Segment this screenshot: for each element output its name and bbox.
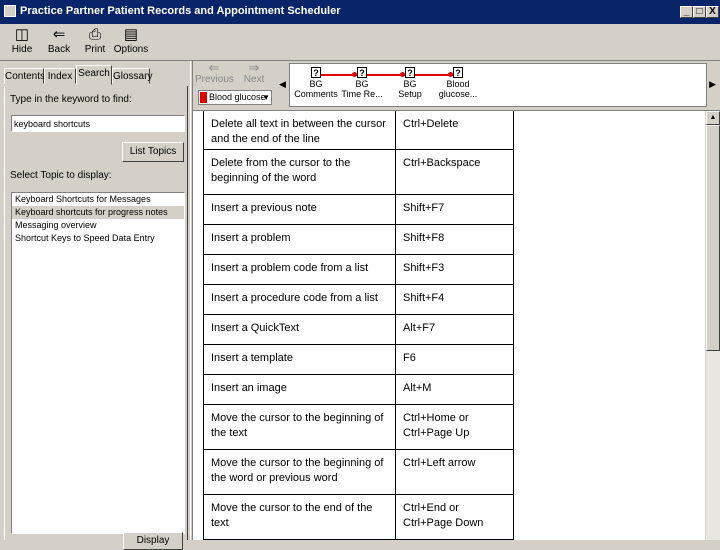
app-icon <box>4 5 16 17</box>
scroll-thumb[interactable] <box>706 125 720 351</box>
shortcut-keys: Shift+F8 <box>395 224 514 255</box>
tab-search[interactable]: Search <box>76 65 112 85</box>
shortcut-keys: Ctrl+Backspace <box>395 149 514 195</box>
keyword-label: Type in the keyword to find: <box>10 94 132 105</box>
blood-glucose-select[interactable]: Blood glucose ▼ <box>198 90 272 105</box>
shortcut-action: Move the cursor to the beginning of the … <box>203 404 396 450</box>
table-row: Insert an image Alt+M <box>203 374 514 405</box>
shortcut-action: Move the cursor to the end of the text <box>203 494 396 540</box>
red-swatch-icon <box>200 92 207 103</box>
next-button[interactable]: ⇒ Next <box>235 61 273 85</box>
table-row: Insert a problem code from a list Shift+F… <box>203 254 514 285</box>
shortcut-keys: Ctrl+Delete <box>395 111 514 150</box>
help-topic-icon: ? <box>311 67 321 78</box>
list-topics-button[interactable]: List Topics <box>122 142 184 162</box>
shortcut-keys: Shift+F3 <box>395 254 514 285</box>
print-button[interactable]: ⎙ Print <box>77 26 113 58</box>
topic-content: Delete all text in between the cursor an… <box>193 111 705 540</box>
previous-arrow-icon: ⇐ <box>208 60 220 75</box>
shortcut-action: Insert an image <box>203 374 396 405</box>
shortcut-action: Insert a QuickText <box>203 314 396 345</box>
shortcut-action: Insert a template <box>203 344 396 375</box>
scroll-up-icon[interactable]: ▲ <box>706 111 720 125</box>
topic-list[interactable]: Keyboard Shortcuts for Messages Keyboard… <box>11 192 185 534</box>
table-row: Insert a problem Shift+F8 <box>203 224 514 255</box>
table-row: Insert a previous note Shift+F7 <box>203 194 514 225</box>
scroll-left-icon[interactable]: ◀ <box>279 79 286 90</box>
help-topic-icon: ? <box>357 67 367 78</box>
navigation-pane: Contents Index Search Glossary Type in t… <box>0 61 190 550</box>
keyword-input[interactable] <box>11 115 185 132</box>
hide-icon: ◫ <box>14 26 30 43</box>
tab-glossary[interactable]: Glossary <box>112 68 152 84</box>
table-row: Delete from the cursor to the beginning … <box>203 149 514 195</box>
tab-index[interactable]: Index <box>44 68 76 84</box>
back-button[interactable]: ⇐ Back <box>41 26 77 58</box>
flow-node-bg-setup[interactable]: ? BG Setup <box>384 67 436 99</box>
table-row: Insert a template F6 <box>203 344 514 375</box>
options-icon: ▤ <box>123 26 139 43</box>
close-button[interactable]: X <box>706 6 719 18</box>
previous-button[interactable]: ⇐ Previous <box>195 60 234 85</box>
search-panel: Type in the keyword to find: List Topics… <box>4 86 188 550</box>
shortcut-action: Delete all text in between the cursor an… <box>203 111 396 150</box>
tab-contents[interactable]: Contents <box>4 68 45 84</box>
shortcut-keys: Ctrl+Left arrow <box>395 449 514 495</box>
options-button[interactable]: ▤ Options <box>113 26 149 58</box>
next-arrow-icon: ⇒ <box>248 60 260 75</box>
table-row: Insert a procedure code from a list Shift… <box>203 284 514 315</box>
list-item[interactable]: Messaging overview <box>12 219 184 232</box>
shortcut-keys: Alt+F7 <box>395 314 514 345</box>
hide-button[interactable]: ◫ Hide <box>4 26 40 58</box>
list-item[interactable]: Keyboard Shortcuts for Messages <box>12 193 184 206</box>
window-title: Practice Partner Patient Records and App… <box>20 5 341 17</box>
chevron-down-icon: ▼ <box>262 93 270 102</box>
help-topic-icon: ? <box>405 67 415 78</box>
display-button[interactable]: Display <box>123 532 183 550</box>
shortcut-action: Insert a procedure code from a list <box>203 284 396 315</box>
minimize-button[interactable]: _ <box>680 6 693 18</box>
shortcut-keys: Shift+F4 <box>395 284 514 315</box>
list-item-selected[interactable]: Keyboard shortcuts for progress notes <box>12 206 184 219</box>
shortcut-action: Insert a problem code from a list <box>203 254 396 285</box>
list-item[interactable]: Shortcut Keys to Speed Data Entry <box>12 232 184 245</box>
scroll-right-icon[interactable]: ▶ <box>709 79 716 90</box>
maximize-button[interactable]: □ <box>693 6 706 18</box>
flow-node-blood-glucose[interactable]: ? Blood glucose... <box>432 67 484 99</box>
shortcut-keys: Alt+M <box>395 374 514 405</box>
table-row: Move the cursor to the end of the text Ct… <box>203 494 514 540</box>
topic-flow-diagram: ? BG Comments ? BG Time Re... ? BG Setup… <box>289 63 707 107</box>
shortcut-keys: Ctrl+Home or Ctrl+Page Up <box>395 404 514 450</box>
content-scrollbar[interactable]: ▲ <box>706 111 720 540</box>
shortcut-action: Insert a previous note <box>203 194 396 225</box>
table-row: Move the cursor to the beginning of the … <box>203 404 514 450</box>
help-toolbar: ◫ Hide ⇐ Back ⎙ Print ▤ Options <box>0 24 720 61</box>
shortcut-table: Delete all text in between the cursor an… <box>203 111 514 540</box>
topic-label: Select Topic to display: <box>10 170 112 181</box>
shortcut-action: Insert a problem <box>203 224 396 255</box>
printer-icon: ⎙ <box>88 26 101 43</box>
flow-node-bg-comments[interactable]: ? BG Comments <box>290 67 342 99</box>
table-row: Move the cursor to the beginning of the … <box>203 449 514 495</box>
shortcut-action: Move the cursor to the beginning of the … <box>203 449 396 495</box>
shortcut-keys: Shift+F7 <box>395 194 514 225</box>
flow-node-bg-time[interactable]: ? BG Time Re... <box>336 67 388 99</box>
table-row: Insert a QuickText Alt+F7 <box>203 314 514 345</box>
shortcut-keys: F6 <box>395 344 514 375</box>
shortcut-keys: Ctrl+End or Ctrl+Page Down <box>395 494 514 540</box>
topic-nav-bar: ⇐ Previous ⇒ Next Blood glucose ▼ ◀ ? BG… <box>193 61 720 111</box>
table-row: Delete all text in between the cursor an… <box>203 111 514 150</box>
help-topic-icon: ? <box>453 67 463 78</box>
shortcut-action: Delete from the cursor to the beginning … <box>203 149 396 195</box>
back-arrow-icon: ⇐ <box>52 26 66 43</box>
title-bar: Practice Partner Patient Records and App… <box>0 0 720 24</box>
